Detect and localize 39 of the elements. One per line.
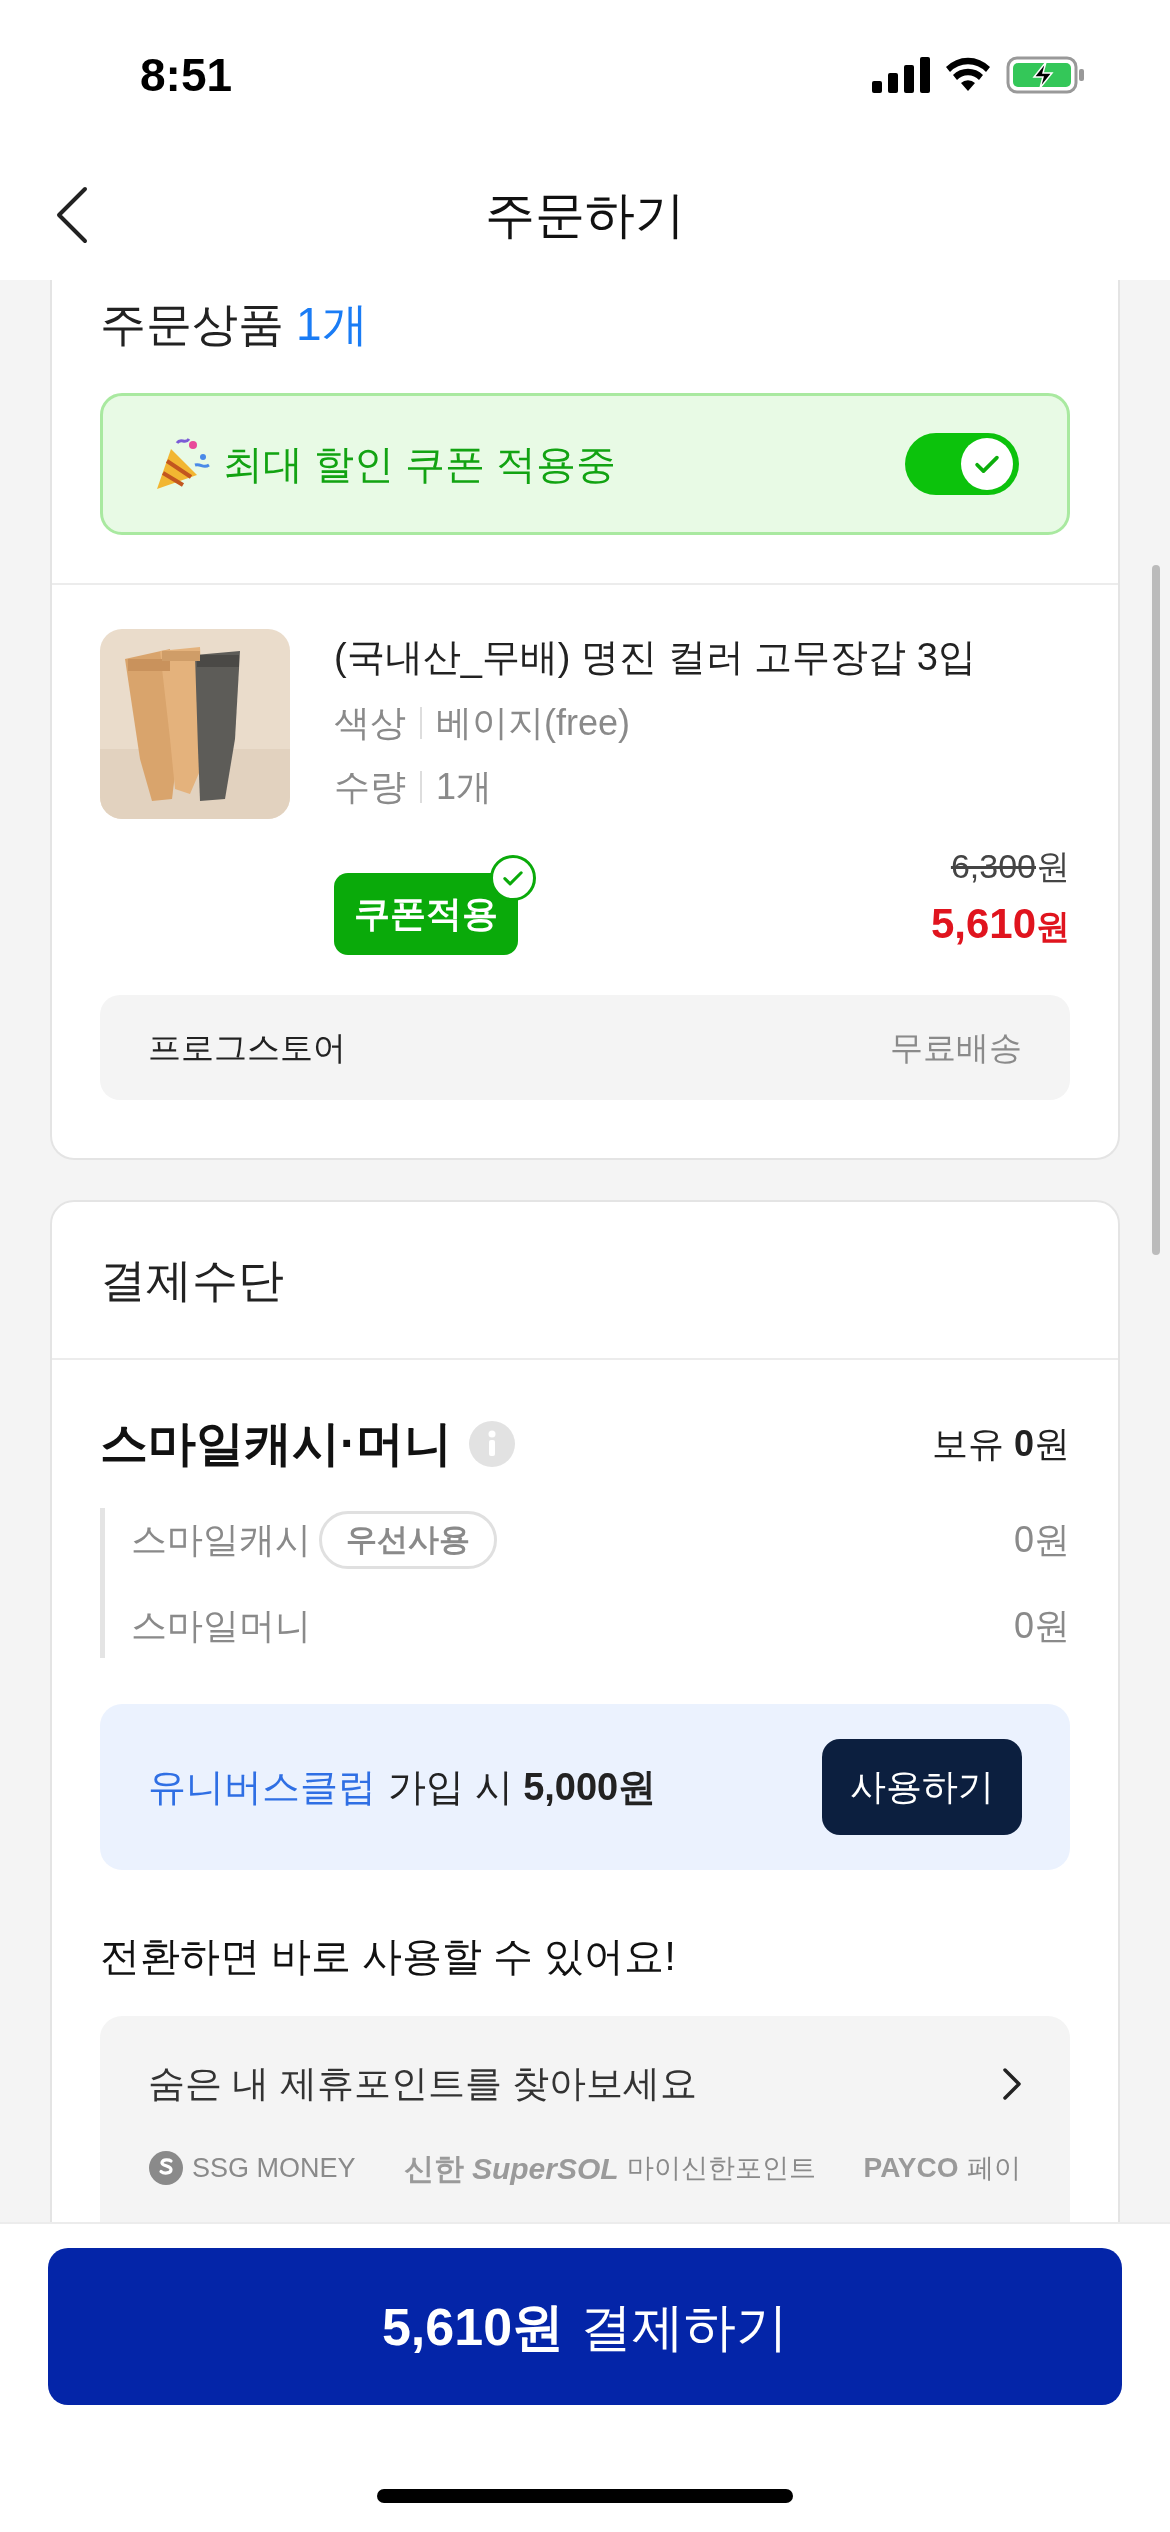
page-title: 주문하기 bbox=[485, 185, 685, 245]
item-count: 1개 bbox=[296, 297, 368, 352]
partner-name: 마이신한포인트 bbox=[626, 2151, 816, 2185]
option-value: 베이지(free) bbox=[436, 701, 630, 745]
wifi-icon bbox=[944, 57, 992, 93]
balance-text: 보유 0원 bbox=[931, 1422, 1070, 1466]
membership-link[interactable]: 유니버스클럽 bbox=[148, 1758, 376, 1816]
coupon-banner-text: 최대 할인 쿠폰 적용중 bbox=[223, 441, 617, 488]
option-value: 1개 bbox=[436, 765, 493, 809]
shipping-fee: 무료배송 bbox=[890, 1027, 1022, 1068]
chevron-right-icon bbox=[1002, 2066, 1022, 2101]
promo-text: 가입 시 5,000원 bbox=[388, 1764, 657, 1810]
seller-name: 프로그스토어 bbox=[148, 1027, 346, 1068]
priority-badge: 우선사용 bbox=[319, 1511, 497, 1569]
coin-s-icon bbox=[148, 2150, 184, 2186]
partner-logo: 신한 SuperSOL bbox=[403, 2150, 619, 2187]
partner-logo: PAYCO bbox=[863, 2151, 959, 2185]
back-icon bbox=[55, 185, 89, 245]
info-icon bbox=[468, 1420, 516, 1468]
original-price: 6,300원 bbox=[950, 846, 1070, 887]
sale-price: 5,610원 bbox=[930, 899, 1070, 949]
balance-amount: 0원 bbox=[1013, 1604, 1070, 1648]
partner-name: SSG MONEY bbox=[192, 2151, 356, 2185]
product-name: (국내산_무배) 명진 컬러 고무장갑 3입 bbox=[334, 635, 977, 680]
option-label: 색상 bbox=[334, 701, 406, 745]
smile-cash-title: 스마일캐시·머니 bbox=[100, 1416, 452, 1472]
pay-button[interactable]: 5,610원 결제하기 bbox=[48, 2248, 1122, 2405]
section-title: 결제수단 bbox=[100, 1252, 284, 1308]
option-label: 수량 bbox=[334, 765, 406, 809]
use-button[interactable]: 사용하기 bbox=[822, 1739, 1022, 1835]
points-link-text: 숨은 내 제휴포인트를 찾아보세요 bbox=[148, 2062, 697, 2106]
balance-label: 스마일캐시 bbox=[131, 1518, 311, 1562]
section-title: 주문상품 bbox=[100, 297, 284, 352]
partner-name: 페이 bbox=[966, 2151, 1021, 2185]
balance-amount: 0원 bbox=[1013, 1518, 1070, 1562]
balance-label: 스마일머니 bbox=[131, 1604, 311, 1648]
signal-icon bbox=[872, 57, 930, 93]
convert-title: 전환하면 바로 사용할 수 있어요! bbox=[100, 1933, 677, 1980]
status-time: 8:51 bbox=[140, 47, 233, 103]
